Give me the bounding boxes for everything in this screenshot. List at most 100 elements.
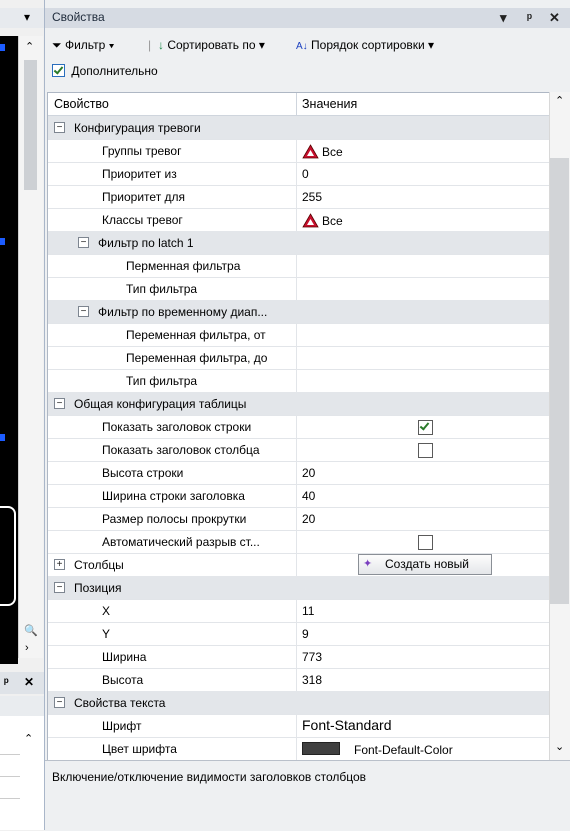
property-value[interactable]: 20 bbox=[302, 466, 315, 480]
property-value-text: 773 bbox=[302, 650, 323, 664]
property-row[interactable]: Тип фильтра bbox=[48, 369, 550, 393]
collapse-icon[interactable]: − bbox=[54, 398, 65, 409]
scroll-up-icon[interactable]: ⌃ bbox=[555, 94, 564, 107]
color-swatch bbox=[302, 742, 340, 755]
property-value[interactable]: 9 bbox=[302, 627, 309, 641]
property-name: Фильтр по latch 1 bbox=[98, 236, 194, 250]
property-value[interactable]: 255 bbox=[302, 190, 322, 204]
collapse-icon[interactable]: − bbox=[54, 122, 65, 133]
column-divider bbox=[296, 714, 297, 737]
value-checkbox[interactable] bbox=[418, 535, 433, 550]
property-row[interactable]: Показать заголовок столбца bbox=[48, 438, 550, 462]
advanced-toggle[interactable]: Дополнительно bbox=[52, 64, 158, 82]
collapse-icon[interactable]: − bbox=[78, 306, 89, 317]
create-new-button[interactable]: ✦ Создать новый bbox=[358, 554, 492, 575]
scroll-up-icon[interactable]: ⌃ bbox=[24, 732, 33, 745]
expand-icon[interactable]: + bbox=[54, 559, 65, 570]
property-row[interactable]: Шрифт Font-Standard bbox=[48, 714, 550, 738]
left-scrollbar[interactable]: ⌃ 🔍 › bbox=[18, 36, 43, 658]
property-value[interactable]: 40 bbox=[302, 489, 315, 503]
header-values[interactable]: Значения bbox=[302, 97, 357, 111]
property-name: Перменная фильтра bbox=[126, 259, 241, 273]
close-icon[interactable]: ✕ bbox=[24, 675, 34, 689]
category-row[interactable]: − Конфигурация тревоги bbox=[48, 116, 550, 140]
property-row[interactable]: Приоритет для 255 bbox=[48, 185, 550, 209]
canvas-preview[interactable] bbox=[0, 36, 18, 664]
property-row[interactable]: Переменная фильтра, до bbox=[48, 346, 550, 370]
property-row[interactable]: Ширина строки заголовка 40 bbox=[48, 484, 550, 508]
advanced-checkbox[interactable] bbox=[52, 64, 65, 77]
property-value[interactable]: Font-Standard bbox=[302, 717, 392, 733]
column-divider bbox=[296, 277, 297, 300]
property-value-text: Font-Standard bbox=[302, 717, 392, 733]
property-row[interactable]: Показать заголовок строки bbox=[48, 415, 550, 439]
property-row[interactable]: Автоматический разрыв ст... bbox=[48, 530, 550, 554]
property-row[interactable]: Классы тревог Все bbox=[48, 208, 550, 232]
property-row[interactable]: Перменная фильтра bbox=[48, 254, 550, 278]
property-row[interactable]: Ширина 773 bbox=[48, 645, 550, 669]
value-checkbox[interactable] bbox=[418, 420, 433, 435]
scroll-thumb[interactable] bbox=[24, 60, 37, 190]
header-divider[interactable] bbox=[296, 93, 297, 115]
property-row[interactable]: Тип фильтра bbox=[48, 277, 550, 301]
property-row[interactable]: Цвет шрифта Font-Default-Color bbox=[48, 737, 550, 761]
property-value[interactable]: Font-Default-Color bbox=[302, 742, 453, 757]
property-value-text: 20 bbox=[302, 466, 316, 480]
category-row[interactable]: − Общая конфигурация таблицы bbox=[48, 392, 550, 416]
property-row[interactable]: Размер полосы прокрутки 20 bbox=[48, 507, 550, 531]
collapse-icon[interactable]: − bbox=[78, 237, 89, 248]
property-row[interactable]: Группы тревог Все bbox=[48, 139, 550, 163]
pin-icon[interactable]: ᵖ bbox=[527, 10, 532, 25]
category-row[interactable]: − Фильтр по latch 1 bbox=[48, 231, 550, 255]
bottom-pane-list: ⌃ bbox=[0, 716, 44, 830]
property-row[interactable]: + Столбцы ✦ Создать новый bbox=[48, 553, 550, 577]
canvas-frame bbox=[0, 506, 16, 606]
property-name: Тип фильтра bbox=[126, 374, 198, 388]
dropdown-arrow-icon[interactable]: ▾ bbox=[24, 10, 30, 24]
scroll-down-icon[interactable]: ⌄ bbox=[555, 740, 564, 753]
property-row[interactable]: Y9 bbox=[48, 622, 550, 646]
property-name: Позиция bbox=[74, 581, 122, 595]
alarm-warning-icon bbox=[302, 144, 319, 159]
close-icon[interactable]: ✕ bbox=[549, 10, 560, 26]
collapse-icon[interactable]: − bbox=[54, 697, 65, 708]
property-value[interactable]: Все bbox=[302, 144, 343, 159]
property-name: Показать заголовок столбца bbox=[102, 443, 260, 457]
column-divider bbox=[296, 461, 297, 484]
property-row[interactable]: Приоритет из 0 bbox=[48, 162, 550, 186]
property-value[interactable]: 0 bbox=[302, 167, 309, 181]
zoom-icon[interactable]: 🔍 bbox=[24, 624, 38, 637]
scroll-up-icon[interactable]: ⌃ bbox=[25, 40, 34, 53]
panel-menu-icon[interactable]: ▾ bbox=[500, 10, 507, 26]
column-divider bbox=[296, 323, 297, 346]
scroll-right-icon[interactable]: › bbox=[25, 642, 29, 654]
bottom-pane-tabbar bbox=[0, 696, 44, 717]
property-value[interactable]: 11 bbox=[302, 604, 314, 618]
property-row[interactable]: Высота строки 20 bbox=[48, 461, 550, 485]
property-value[interactable]: 20 bbox=[302, 512, 315, 526]
property-value-text: 318 bbox=[302, 673, 323, 687]
property-row[interactable]: X 11 bbox=[48, 599, 550, 623]
sort-by-label: Сортировать по bbox=[167, 38, 256, 52]
collapse-icon[interactable]: − bbox=[54, 582, 65, 593]
sort-by-button[interactable]: ↓ Сортировать по ▾ bbox=[158, 38, 265, 52]
header-property[interactable]: Свойство bbox=[54, 97, 109, 111]
filter-button[interactable]: ⏷ Фильтр ▾ bbox=[52, 38, 114, 53]
property-name: Показать заголовок строки bbox=[102, 420, 252, 434]
scroll-thumb[interactable] bbox=[550, 158, 569, 604]
pin-icon[interactable]: ᵖ bbox=[4, 675, 9, 689]
category-row[interactable]: − Позиция bbox=[48, 576, 550, 600]
property-value[interactable]: 318 bbox=[302, 673, 322, 687]
property-row[interactable]: Переменная фильтра, от bbox=[48, 323, 550, 347]
property-name: Тип фильтра bbox=[126, 282, 198, 296]
property-row[interactable]: Высота 318 bbox=[48, 668, 550, 692]
column-divider bbox=[296, 530, 297, 553]
property-value[interactable]: Все bbox=[302, 213, 343, 228]
category-row[interactable]: − Фильтр по временному диап... bbox=[48, 300, 550, 324]
property-value[interactable]: 773 bbox=[302, 650, 322, 664]
value-checkbox[interactable] bbox=[418, 443, 433, 458]
sort-order-button[interactable]: A↓ Порядок сортировки ▾ bbox=[296, 38, 434, 52]
property-value-text: 0 bbox=[302, 167, 309, 181]
property-name: Классы тревог bbox=[102, 213, 183, 227]
category-row[interactable]: − Свойства текста bbox=[48, 691, 550, 715]
